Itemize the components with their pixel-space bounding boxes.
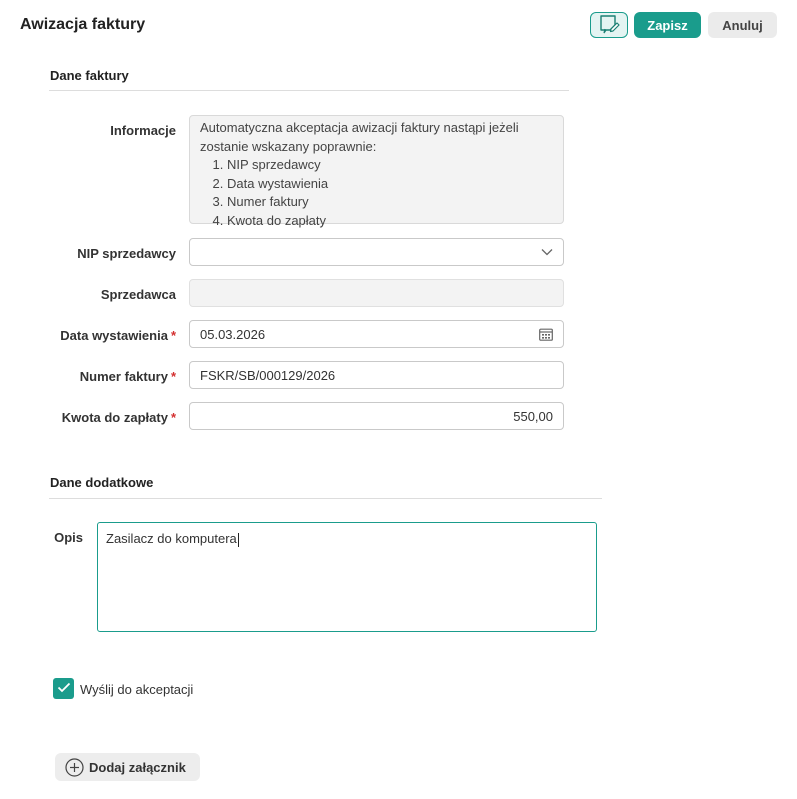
- seller-field: [189, 279, 564, 307]
- invoice-number-input[interactable]: FSKR/SB/000129/2026: [189, 361, 564, 389]
- issue-date-input[interactable]: 05.03.2026: [189, 320, 564, 348]
- add-attachment-label: Dodaj załącznik: [89, 759, 186, 775]
- plus-circle-icon: [65, 757, 84, 777]
- chevron-down-icon[interactable]: [541, 248, 553, 256]
- info-label: Informacje: [110, 123, 176, 138]
- page-title: Awizacja faktury: [20, 16, 146, 33]
- edit-note-button[interactable]: [590, 12, 628, 38]
- issue-date-label: Data wystawienia *: [60, 328, 176, 343]
- section-title-invoice-data: Dane faktury: [50, 68, 129, 83]
- section-divider: [49, 90, 569, 91]
- text-caret: [237, 532, 239, 547]
- description-value: Zasilacz do komputera: [106, 531, 237, 546]
- required-marker: *: [170, 328, 176, 343]
- send-for-approval-checkbox[interactable]: [53, 678, 74, 699]
- info-list-item: NIP sprzedawcy: [227, 156, 553, 175]
- cancel-button[interactable]: Anuluj: [708, 12, 777, 38]
- nip-select[interactable]: [189, 238, 564, 266]
- note-edit-icon: [598, 14, 620, 37]
- save-button[interactable]: Zapisz: [634, 12, 701, 38]
- amount-label: Kwota do zapłaty *: [61, 410, 176, 425]
- info-list: NIP sprzedawcy Data wystawienia Numer fa…: [227, 156, 553, 230]
- required-marker: *: [170, 369, 176, 384]
- amount-input[interactable]: 550,00: [189, 402, 564, 430]
- description-label: Opis: [54, 530, 83, 545]
- description-textarea[interactable]: Zasilacz do komputera: [97, 522, 597, 632]
- info-list-item: Data wystawienia: [227, 175, 553, 194]
- checkmark-icon: [57, 680, 71, 698]
- send-for-approval-label[interactable]: Wyślij do akceptacji: [80, 682, 193, 697]
- info-box: Automatyczna akceptacja awizacji faktury…: [189, 115, 564, 228]
- info-text: Automatyczna akceptacja awizacji faktury…: [200, 120, 519, 154]
- required-marker: *: [170, 410, 176, 425]
- nip-label: NIP sprzedawcy: [77, 246, 176, 261]
- section-title-additional-data: Dane dodatkowe: [50, 475, 154, 490]
- issue-date-value: 05.03.2026: [200, 326, 266, 342]
- section-divider: [49, 498, 602, 499]
- seller-label: Sprzedawca: [100, 287, 176, 302]
- amount-value: 550,00: [513, 408, 553, 424]
- calendar-icon[interactable]: [539, 328, 553, 341]
- invoice-number-label: Numer faktury *: [79, 369, 176, 384]
- info-list-item: Kwota do zapłaty: [227, 212, 553, 231]
- info-list-item: Numer faktury: [227, 193, 553, 212]
- invoice-number-value: FSKR/SB/000129/2026: [200, 367, 336, 383]
- add-attachment-button[interactable]: Dodaj załącznik: [55, 753, 200, 781]
